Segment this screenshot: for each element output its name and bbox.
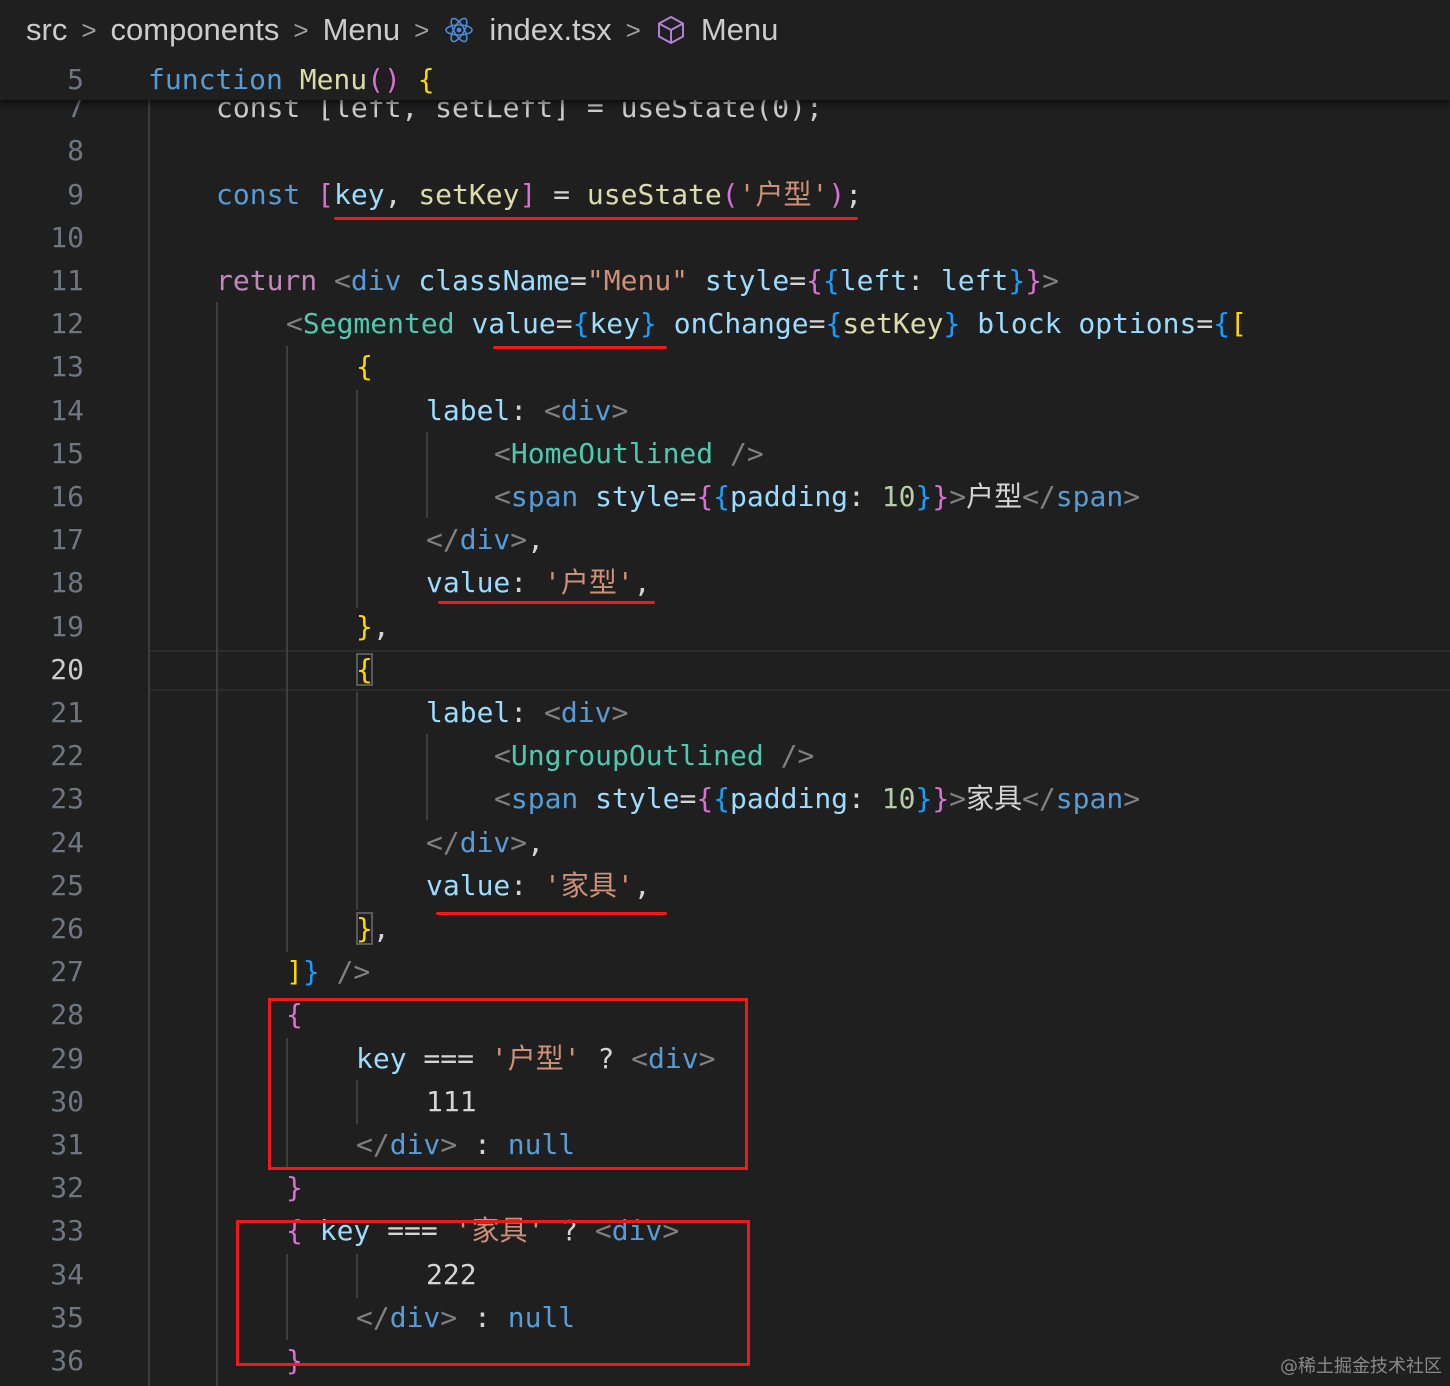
line-number: 8 [67,134,84,167]
line-number: 12 [50,307,84,340]
line-content: const [key, setKey] = useState('户型'); [216,178,863,211]
breadcrumb-item-components[interactable]: components [111,12,280,48]
code-line[interactable]: 21 label: <div> [0,693,1450,736]
code-line[interactable]: 13 { [0,347,1450,390]
line-content: </div>, [426,523,545,556]
line-number: 15 [50,437,84,470]
line-number: 25 [50,869,84,902]
line-number: 34 [50,1258,84,1291]
line-content: label: <div> [426,394,629,427]
code-line[interactable]: 26 }, [0,909,1450,952]
code-line[interactable]: 32 } [0,1168,1450,1211]
breadcrumb: src > components > Menu > index.tsx > Me… [0,0,1450,60]
line-number: 31 [50,1128,84,1161]
line-content: } [286,1171,303,1204]
annotation-underline-usestate [334,217,858,220]
line-number: 35 [50,1301,84,1334]
line-number: 36 [50,1344,84,1377]
code-line[interactable]: 19 }, [0,607,1450,650]
sticky-scroll-header[interactable]: 5 function Menu() { [0,60,1450,100]
code-line[interactable]: 22 <UngroupOutlined /> [0,736,1450,779]
code-line[interactable]: 23 <span style={{padding: 10}}>家具</span> [0,779,1450,822]
annotation-underline-value-prop [493,346,667,349]
line-number: 11 [50,264,84,297]
chevron-right-icon: > [625,14,641,45]
code-line-active[interactable]: 20 { [0,650,1450,693]
annotation-box-conditional-1 [268,998,748,1170]
sticky-line-content: function Menu() { [148,63,435,96]
line-number: 33 [50,1214,84,1247]
line-content: }, [356,610,390,643]
chevron-right-icon: > [414,14,430,45]
annotation-underline-value-1 [438,601,655,604]
line-number: 19 [50,610,84,643]
code-line[interactable]: 17 </div>, [0,520,1450,563]
line-content: <Segmented value={key} onChange={setKey}… [286,307,1247,340]
line-content: <span style={{padding: 10}}>户型</span> [494,480,1141,513]
code-line[interactable]: 15 <HomeOutlined /> [0,434,1450,477]
line-number: 17 [50,523,84,556]
annotation-underline-value-2 [436,912,667,915]
code-line[interactable]: 11 return <div className="Menu" style={{… [0,261,1450,304]
line-content: <HomeOutlined /> [494,437,764,470]
line-content: }, [356,912,390,945]
line-number: 29 [50,1042,84,1075]
code-line[interactable]: 25 value: '家具', [0,866,1450,909]
breadcrumb-item-menu-folder[interactable]: Menu [323,12,401,48]
chevron-right-icon: > [81,14,97,45]
code-line[interactable]: 16 <span style={{padding: 10}}>户型</span> [0,477,1450,520]
line-number: 18 [50,566,84,599]
annotation-box-conditional-2 [236,1220,750,1366]
code-line[interactable]: 14 label: <div> [0,391,1450,434]
code-line[interactable]: 10 [0,218,1450,261]
line-number: 16 [50,480,84,513]
line-number: 27 [50,955,84,988]
breadcrumb-item-file[interactable]: index.tsx [489,12,611,48]
react-icon [445,17,474,43]
line-number: 20 [50,653,84,686]
code-editor[interactable]: 7 const [left, setLeft] = useState(0); 8… [0,0,1450,1386]
symbol-cube-icon [657,16,684,44]
line-number: 5 [67,63,84,96]
watermark: @稀土掘金技术社区 [1280,1356,1442,1377]
line-content: { [356,350,373,383]
line-content: <span style={{padding: 10}}>家具</span> [494,782,1141,815]
line-number: 32 [50,1171,84,1204]
breadcrumb-item-symbol[interactable]: Menu [701,12,779,48]
breadcrumb-item-src[interactable]: src [26,12,67,48]
line-content: value: '户型', [426,566,651,599]
code-line[interactable]: 12 <Segmented value={key} onChange={setK… [0,304,1450,347]
line-number: 28 [50,998,84,1031]
line-number: 26 [50,912,84,945]
line-content: </div>, [426,826,545,859]
line-number: 30 [50,1085,84,1118]
code-line[interactable]: 9 const [key, setKey] = useState('户型'); [0,175,1450,218]
line-number: 23 [50,782,84,815]
line-content: { [356,653,373,686]
chevron-right-icon: > [293,14,309,45]
line-number: 21 [50,696,84,729]
line-content: value: '家具', [426,869,651,902]
code-line[interactable]: 24 </div>, [0,823,1450,866]
code-line[interactable]: 8 [0,131,1450,174]
line-number: 14 [50,394,84,427]
line-content: return <div className="Menu" style={{lef… [216,264,1059,297]
line-content: label: <div> [426,696,629,729]
line-content: <UngroupOutlined /> [494,739,815,772]
line-number: 9 [67,178,84,211]
line-number: 13 [50,350,84,383]
code-line[interactable]: 18 value: '户型', [0,563,1450,606]
code-line[interactable]: 27 ]} /> [0,952,1450,995]
line-number: 10 [50,221,84,254]
line-number: 22 [50,739,84,772]
line-content: ]} /> [286,955,371,988]
line-number: 24 [50,826,84,859]
